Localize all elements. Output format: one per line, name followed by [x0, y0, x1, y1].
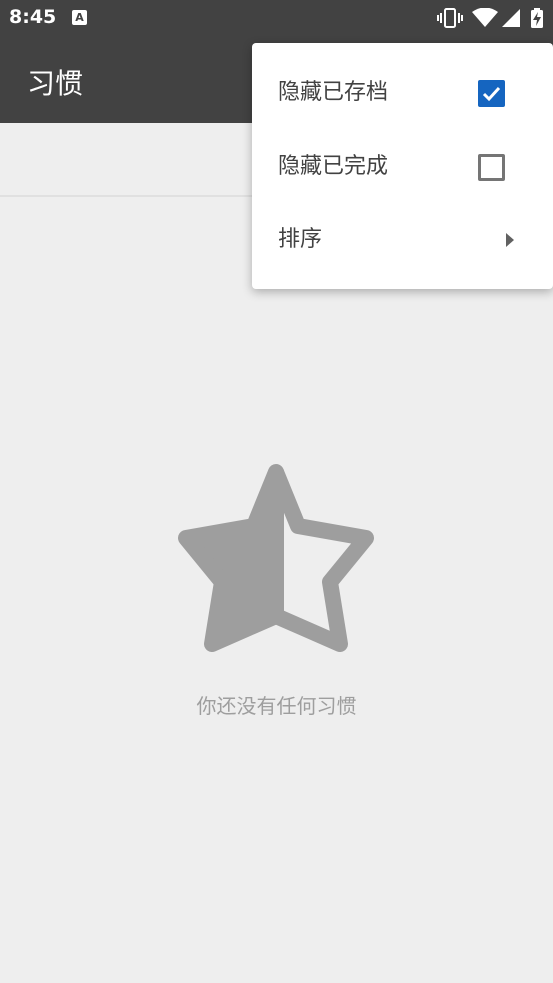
menu-item-label: 隐藏已完成 — [278, 154, 389, 179]
submenu-arrow-icon — [506, 233, 514, 247]
menu-item-hide-archived[interactable]: 隐藏已存档 — [252, 56, 553, 130]
status-bar: 8:45 A — [0, 0, 553, 36]
hide-archived-checkbox[interactable] — [478, 80, 505, 107]
page-title: 习惯 — [27, 67, 84, 100]
half-star-icon — [178, 464, 374, 652]
overflow-menu: 隐藏已存档 隐藏已完成 排序 — [252, 43, 553, 289]
menu-item-sort[interactable]: 排序 — [252, 203, 553, 277]
vibrate-icon — [437, 8, 463, 28]
hide-completed-checkbox[interactable] — [478, 154, 505, 181]
wifi-icon — [472, 8, 498, 27]
check-icon — [482, 86, 501, 102]
empty-message: 你还没有任何习惯 — [196, 694, 357, 718]
signal-icon — [502, 9, 520, 27]
menu-item-label: 隐藏已存档 — [278, 80, 389, 105]
menu-item-label: 排序 — [278, 227, 323, 252]
battery-charging-icon — [531, 8, 543, 28]
menu-item-hide-completed[interactable]: 隐藏已完成 — [252, 130, 553, 204]
notification-icon: A — [72, 10, 87, 25]
status-time: 8:45 — [9, 6, 57, 28]
